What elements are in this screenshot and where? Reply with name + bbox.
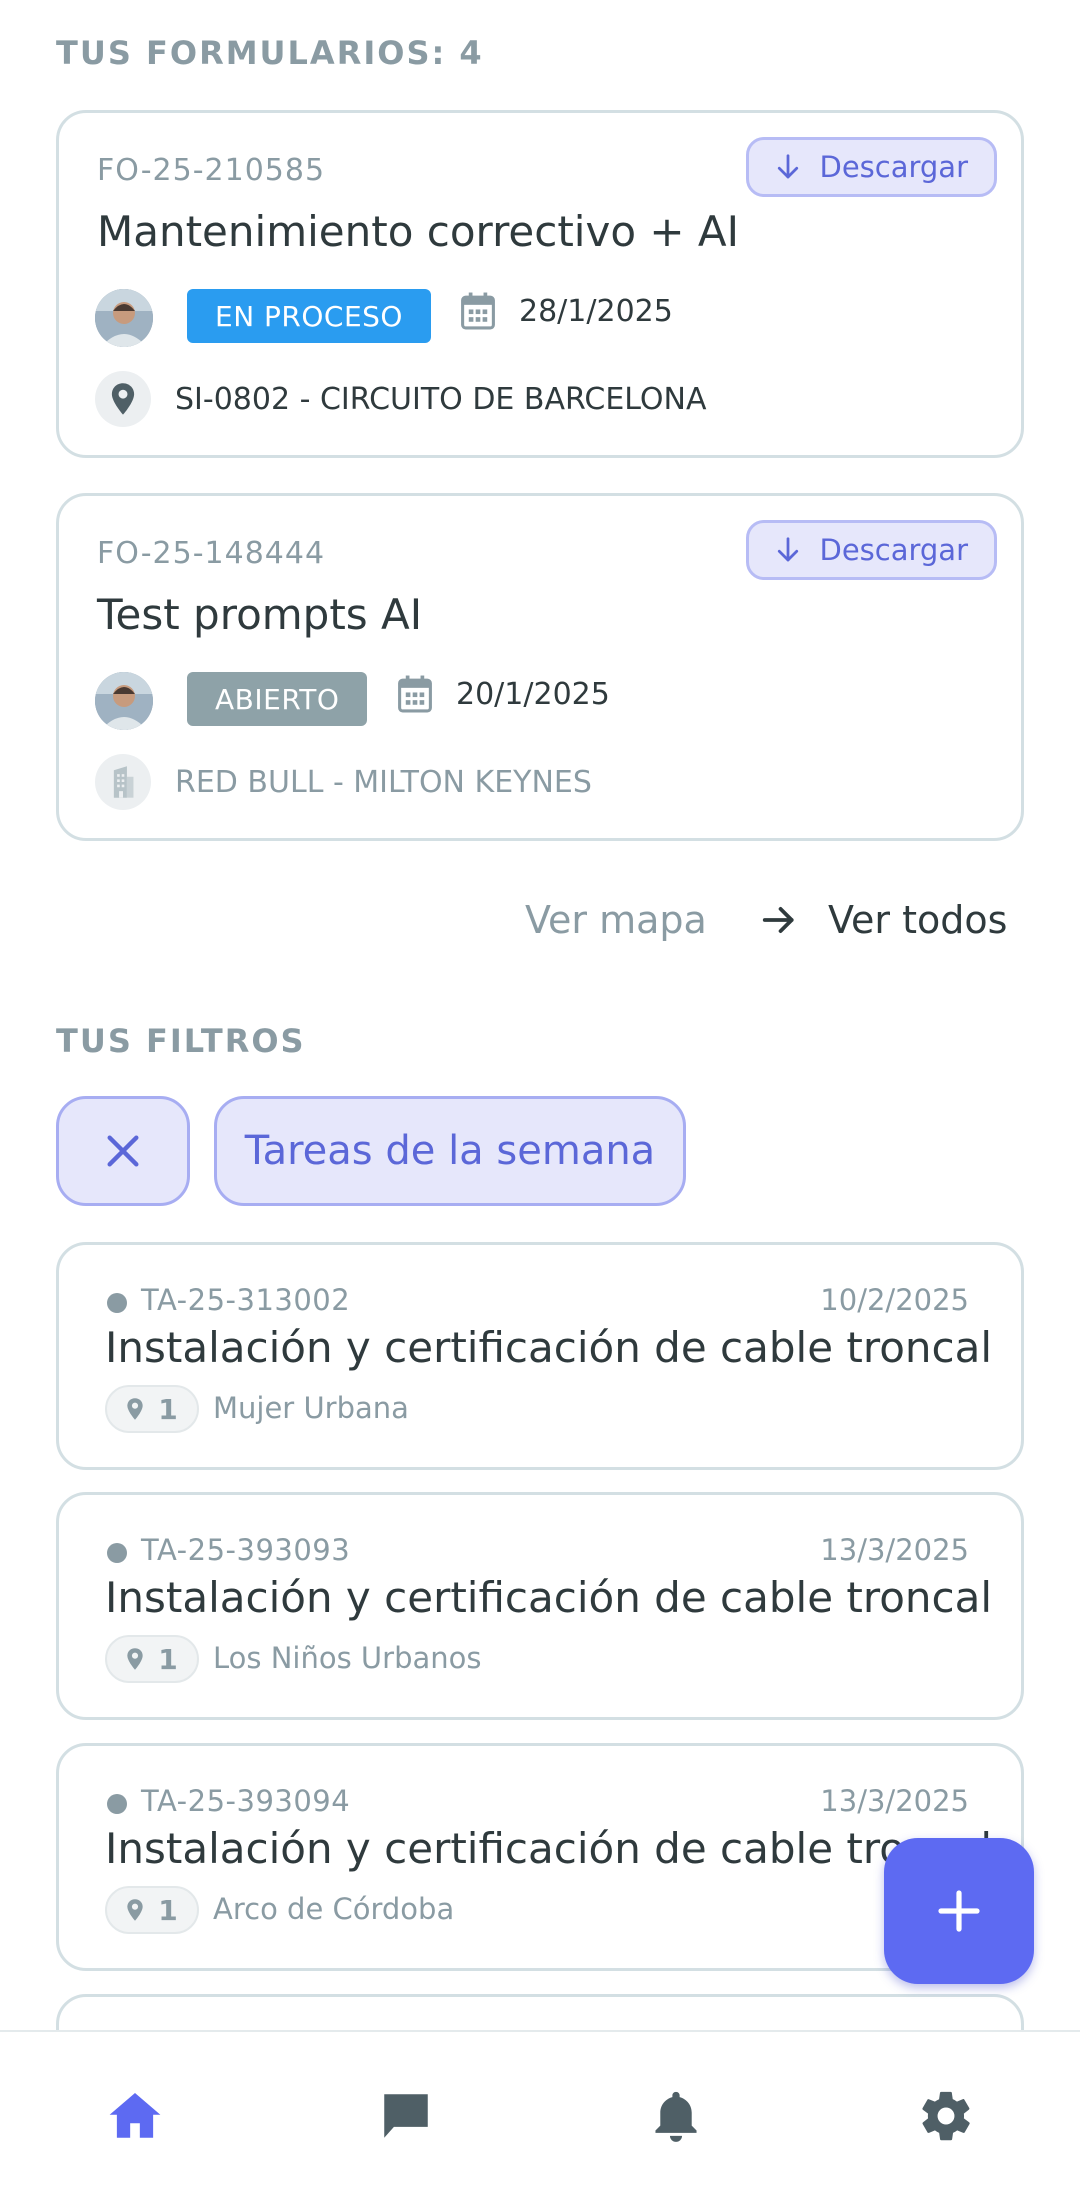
calendar-icon <box>461 292 495 330</box>
form-date: 20/1/2025 <box>396 674 610 714</box>
filter-chip[interactable]: Tareas de la semana <box>214 1096 686 1206</box>
forms-links: Ver mapa Ver todos <box>0 890 1080 950</box>
clear-filter-button[interactable] <box>56 1096 190 1206</box>
chat-icon <box>384 2094 428 2138</box>
location-text: SI-0802 - CIRCUITO DE BARCELONA <box>175 381 707 417</box>
add-button[interactable] <box>884 1838 1034 1984</box>
form-title: Mantenimiento correctivo + AI <box>97 207 740 256</box>
location-icon-circle <box>95 371 151 427</box>
status-badge: EN PROCESO <box>187 289 431 343</box>
status-dot <box>107 1293 127 1313</box>
location-count-badge: 1 <box>105 1385 199 1433</box>
task-card[interactable]: TA-25-393094 13/3/2025 Instalación y cer… <box>56 1743 1024 1971</box>
download-label: Descargar <box>819 533 968 567</box>
avatar <box>95 289 153 347</box>
close-icon <box>107 1135 139 1167</box>
form-code: FO-25-210585 <box>97 153 326 188</box>
view-all-label: Ver todos <box>828 898 1008 942</box>
location-count: 1 <box>158 1893 178 1927</box>
home-icon <box>109 2093 161 2138</box>
bell-icon <box>655 2091 697 2142</box>
task-title: Instalación y certificación de cable tro… <box>105 1323 993 1372</box>
form-card[interactable]: FO-25-148444 Descargar Test prompts AI A… <box>56 493 1024 841</box>
nav-notifications[interactable] <box>636 2076 716 2156</box>
task-place: Los Niños Urbanos <box>213 1641 482 1675</box>
task-date: 13/3/2025 <box>820 1533 969 1567</box>
form-location: SI-0802 - CIRCUITO DE BARCELONA <box>95 371 707 427</box>
gear-icon <box>922 2091 970 2141</box>
forms-section-title: TUS FORMULARIOS: 4 <box>56 34 484 72</box>
status-dot <box>107 1543 127 1563</box>
task-date: 10/2/2025 <box>820 1283 969 1317</box>
location-count: 1 <box>158 1392 178 1426</box>
task-title: Instalación y certificación de cable tro… <box>105 1573 993 1622</box>
map-pin-icon <box>127 1648 143 1670</box>
status-badge: ABIERTO <box>187 672 368 726</box>
task-date: 13/3/2025 <box>820 1784 969 1818</box>
calendar-icon <box>398 675 432 713</box>
plus-icon <box>938 1890 980 1932</box>
arrow-down-icon <box>778 537 799 562</box>
form-date: 28/1/2025 <box>459 291 673 331</box>
form-code: FO-25-148444 <box>97 536 326 571</box>
task-code: TA-25-313002 <box>141 1283 351 1317</box>
task-place: Arco de Córdoba <box>213 1892 455 1926</box>
task-code: TA-25-393094 <box>141 1784 351 1818</box>
avatar <box>95 672 153 730</box>
location-text: RED BULL - MILTON KEYNES <box>175 764 592 800</box>
map-pin-icon <box>127 1899 143 1921</box>
task-title: Instalación y certificación de cable tro… <box>105 1824 993 1873</box>
download-label: Descargar <box>819 150 968 184</box>
task-place: Mujer Urbana <box>213 1391 409 1425</box>
nav-home[interactable] <box>95 2076 175 2156</box>
form-title: Test prompts AI <box>97 590 423 639</box>
filters-section-title: TUS FILTROS <box>56 1022 306 1060</box>
location-icon-circle <box>95 754 151 810</box>
location-count: 1 <box>158 1642 178 1676</box>
task-card[interactable]: TA-25-313002 10/2/2025 Instalación y cer… <box>56 1242 1024 1470</box>
bottom-nav <box>0 2030 1080 2190</box>
view-all-link[interactable]: Ver todos <box>760 898 1007 942</box>
status-dot <box>107 1794 127 1814</box>
task-card[interactable]: TA-25-393093 13/3/2025 Instalación y cer… <box>56 1492 1024 1720</box>
map-pin-icon <box>127 1398 143 1420</box>
download-button[interactable]: Descargar <box>746 137 997 197</box>
download-button[interactable]: Descargar <box>746 520 997 580</box>
form-date-text: 20/1/2025 <box>456 676 610 712</box>
form-card[interactable]: FO-25-210585 Descargar Mantenimiento cor… <box>56 110 1024 458</box>
form-date-text: 28/1/2025 <box>519 293 673 329</box>
task-code: TA-25-393093 <box>141 1533 351 1567</box>
map-pin-icon <box>111 383 135 415</box>
nav-settings[interactable] <box>906 2076 986 2156</box>
view-map-link[interactable]: Ver mapa <box>525 898 707 942</box>
location-count-badge: 1 <box>105 1886 199 1934</box>
location-count-badge: 1 <box>105 1635 199 1683</box>
building-icon <box>113 766 134 798</box>
arrow-down-icon <box>778 154 799 179</box>
nav-chat[interactable] <box>366 2076 446 2156</box>
arrow-right-icon <box>762 907 794 933</box>
form-location: RED BULL - MILTON KEYNES <box>95 754 592 810</box>
